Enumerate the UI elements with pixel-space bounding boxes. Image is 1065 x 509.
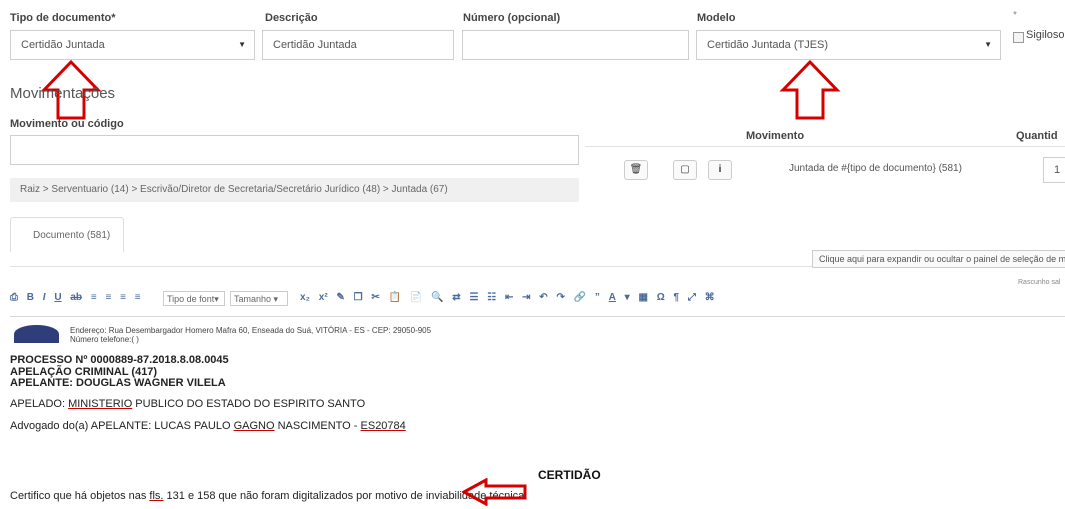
- replace-icon[interactable]: ⇄: [452, 292, 460, 303]
- tipo-documento-label: Tipo de documento*: [10, 12, 116, 24]
- arrow-up-icon: [779, 60, 841, 120]
- descricao-label: Descrição: [265, 12, 318, 24]
- indent-icon[interactable]: ⇥: [522, 292, 530, 303]
- movimento-input[interactable]: [10, 135, 579, 165]
- document-button[interactable]: ▢: [673, 160, 697, 180]
- font-size-select[interactable]: Tamanho ▾: [230, 291, 288, 306]
- doc-advogado-under1: GAGNO: [233, 420, 275, 432]
- numero-label: Número (opcional): [463, 12, 561, 24]
- doc-advogado-pre: Advogado do(a) APELANTE: LUCAS PAULO: [10, 420, 234, 432]
- doc-certifico: Certifico que há objetos nas fls. 131 e …: [10, 490, 527, 502]
- bold-icon[interactable]: B: [27, 292, 34, 303]
- print-icon[interactable]: ⎙: [10, 292, 18, 303]
- paste-icon[interactable]: 📋: [389, 292, 401, 303]
- copy-icon[interactable]: ❐: [354, 292, 363, 303]
- undo-icon[interactable]: ↶: [539, 292, 547, 303]
- sigiloso-checkbox[interactable]: [1013, 32, 1024, 43]
- doc-apelado-under: MINISTERIO: [68, 398, 133, 410]
- highlight-icon[interactable]: ▾: [625, 292, 630, 303]
- superscript-icon[interactable]: x²: [319, 292, 328, 303]
- document-icon: ▢: [680, 164, 690, 175]
- rascunho-status: Rascunho sal: [1018, 279, 1061, 286]
- doc-apelante: APELANTE: DOUGLAS WAGNER VILELA: [10, 377, 226, 389]
- find-icon[interactable]: 🔍: [431, 292, 443, 303]
- font-family-label: Tipo de font: [167, 294, 215, 304]
- chevron-down-icon: ▼: [238, 40, 246, 49]
- cut-icon[interactable]: ✂: [371, 292, 379, 303]
- bullet-list-icon[interactable]: ☷: [487, 292, 496, 303]
- doc-processo: PROCESSO Nº 0000889-87.2018.8.08.0045: [10, 354, 229, 366]
- doc-certidao-title: CERTIDÃO: [538, 468, 601, 482]
- quantidade-input[interactable]: 1: [1043, 157, 1065, 183]
- align-right-icon[interactable]: ≡: [120, 292, 126, 303]
- tab-documento-label: Documento (581): [33, 230, 111, 241]
- modelo-label: Modelo: [697, 12, 736, 24]
- justify-icon[interactable]: ≡: [135, 292, 141, 303]
- subscript-icon[interactable]: x₂: [300, 292, 310, 303]
- special-char-icon[interactable]: Ω: [657, 292, 665, 303]
- editor-divider: [10, 316, 1065, 317]
- info-icon: i: [718, 164, 722, 175]
- chevron-down-icon: ▼: [984, 40, 992, 49]
- editor-toolbar-right: x₂ x² ✎ ❐ ✂ 📋 📄 🔍 ⇄ ☰ ☷ ⇤ ⇥ ↶ ↷ 🔗 ” A ▾ …: [300, 292, 721, 312]
- chevron-down-icon: ▾: [214, 294, 219, 304]
- col-movimento: Movimento: [746, 130, 805, 142]
- tipo-documento-select[interactable]: Certidão Juntada ▼: [10, 30, 255, 60]
- tab-documento[interactable]: Documento (581): [10, 217, 124, 252]
- doc-address: Endereço: Rua Desembargador Homero Mafra…: [70, 326, 432, 335]
- italic-icon[interactable]: I: [43, 292, 46, 303]
- breadcrumb[interactable]: Raiz > Serventuario (14) > Escrivão/Dire…: [10, 178, 579, 202]
- info-button[interactable]: i: [708, 160, 732, 180]
- font-family-select[interactable]: Tipo de font▾: [163, 291, 225, 306]
- movimento-label: Movimento ou código: [10, 118, 124, 130]
- text-color-icon[interactable]: A: [609, 292, 616, 303]
- source-icon[interactable]: ⌘: [705, 292, 715, 303]
- sigilo-required-mark: *: [1013, 10, 1017, 21]
- link-icon[interactable]: 🔗: [574, 292, 586, 303]
- doc-advogado-under2: ES20784: [360, 420, 406, 432]
- doc-advogado: Advogado do(a) APELANTE: LUCAS PAULO GAG…: [10, 420, 406, 432]
- col-quantidade: Quantid: [1016, 130, 1058, 142]
- movimento-row-text: Juntada de #{tipo de documento} (581): [789, 163, 962, 174]
- table-divider: [585, 146, 1065, 147]
- numbered-list-icon[interactable]: ☰: [469, 292, 478, 303]
- numero-input[interactable]: [462, 30, 689, 60]
- editor-toolbar: ⎙ B I U ab ≡ ≡ ≡ ≡: [10, 292, 147, 312]
- modelo-value: Certidão Juntada (TJES): [707, 39, 829, 51]
- trash-icon: 🗑: [629, 164, 643, 175]
- court-logo: [14, 325, 59, 343]
- strike-icon[interactable]: ab: [70, 292, 82, 303]
- doc-cert-under: fls.: [149, 490, 164, 502]
- paste-text-icon[interactable]: 📄: [410, 292, 422, 303]
- redo-icon[interactable]: ↷: [556, 292, 564, 303]
- table-icon[interactable]: ▦: [638, 292, 647, 303]
- align-center-icon[interactable]: ≡: [105, 292, 111, 303]
- font-size-label: Tamanho: [234, 294, 272, 304]
- doc-apelado-post: PUBLICO DO ESTADO DO ESPIRITO SANTO: [132, 398, 366, 410]
- blockquote-icon[interactable]: ”: [595, 292, 600, 303]
- chevron-down-icon: ▾: [271, 294, 279, 304]
- align-left-icon[interactable]: ≡: [91, 292, 97, 303]
- doc-advogado-mid: NASCIMENTO -: [274, 420, 361, 432]
- arrow-left-icon: [462, 478, 527, 506]
- tipo-documento-value: Certidão Juntada: [21, 39, 105, 51]
- panel-toggle-hint[interactable]: Clique aqui para expandir ou ocultar o p…: [812, 250, 1065, 268]
- doc-phone: Número telefone:( ): [70, 335, 139, 344]
- doc-apelado: APELADO: MINISTERIO PUBLICO DO ESTADO DO…: [10, 398, 365, 410]
- modelo-select[interactable]: Certidão Juntada (TJES) ▼: [696, 30, 1001, 60]
- doc-cert-pre: Certifico que há objetos nas: [10, 490, 150, 502]
- descricao-input[interactable]: Certidão Juntada: [262, 30, 454, 60]
- movimentacoes-title: Movimentações: [10, 85, 116, 102]
- outdent-icon[interactable]: ⇤: [505, 292, 513, 303]
- clear-format-icon[interactable]: ✎: [336, 292, 344, 303]
- sigiloso-label: Sigiloso: [1026, 29, 1065, 41]
- maximize-icon[interactable]: ⤢: [688, 292, 696, 303]
- pilcrow-icon[interactable]: ¶: [674, 292, 680, 303]
- trash-button[interactable]: 🗑: [624, 160, 648, 180]
- underline-icon[interactable]: U: [54, 292, 61, 303]
- doc-apelado-pre: APELADO:: [10, 398, 69, 410]
